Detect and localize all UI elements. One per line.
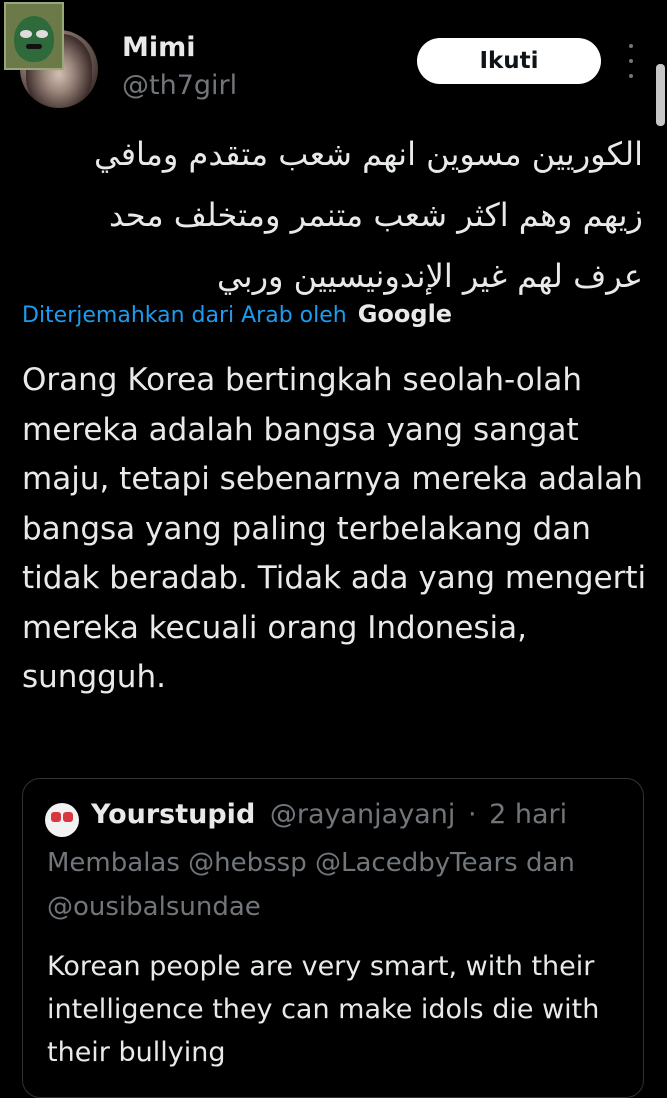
tweet-translation: Orang Korea bertingkah seolah-olah merek… — [22, 362, 647, 695]
quoted-tweet-header: Yourstupid @rayanjayanj · 2 hari — [91, 799, 567, 830]
tweet-original-text: الكوريين مسوين انهم شعب متقدم ومافي زيهم… — [94, 135, 643, 295]
scrollbar[interactable] — [656, 64, 665, 126]
translated-by-label[interactable]: Diterjemahkan dari Arab oleh — [22, 303, 347, 328]
quoted-author-handle[interactable]: @rayanjayanj — [270, 799, 455, 830]
sticker-mouth — [26, 44, 42, 49]
separator-dot: · — [467, 799, 477, 830]
quoted-author-avatar[interactable] — [45, 803, 79, 837]
sticker-eye-right — [36, 30, 48, 38]
author-handle[interactable]: @th7girl — [122, 70, 237, 101]
reply-context: Membalas @hebssp @LacedbyTears dan @ousi… — [47, 848, 575, 922]
quoted-tweet-time[interactable]: 2 hari — [489, 799, 567, 830]
author-name[interactable]: Mimi — [122, 32, 196, 63]
more-vertical-icon[interactable] — [624, 44, 638, 78]
quoted-tweet-text: Korean people are very smart, with their… — [47, 951, 600, 1068]
follow-button[interactable]: Ikuti — [417, 38, 601, 84]
sticker-face — [14, 16, 54, 62]
quoted-author-name[interactable]: Yourstupid — [91, 799, 255, 830]
google-logo: Google — [357, 300, 453, 328]
sticker-eye-left — [20, 30, 32, 38]
tweet-header: Mimi @th7girl Ikuti — [4, 2, 647, 110]
frog-sticker-icon — [4, 2, 64, 70]
translated-by[interactable]: Diterjemahkan dari Arab oleh Google — [22, 300, 452, 328]
quoted-tweet-card[interactable]: Yourstupid @rayanjayanj · 2 hari Membala… — [22, 778, 644, 1098]
